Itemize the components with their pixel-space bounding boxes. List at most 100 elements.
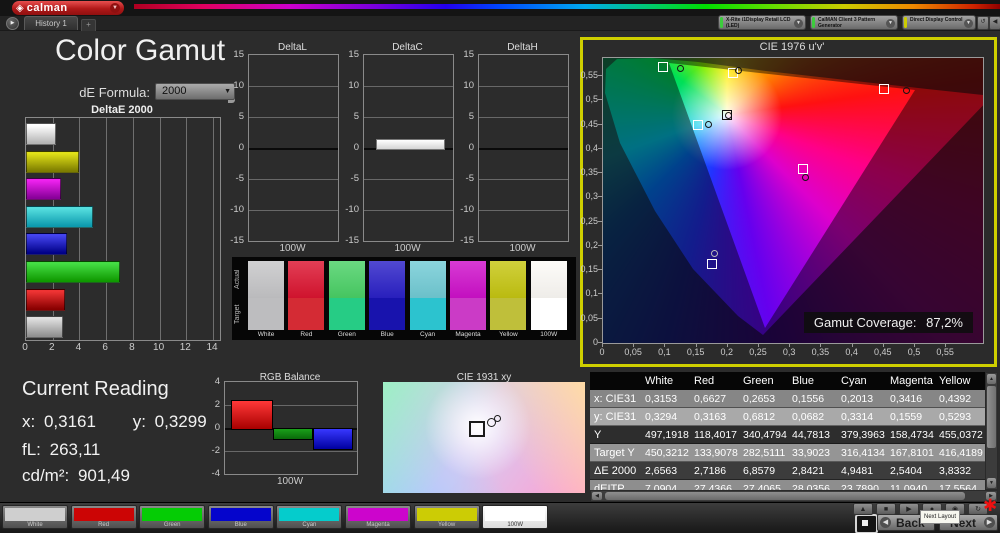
rgb-bar-green: [273, 428, 313, 440]
play-icon[interactable]: ▶: [899, 503, 919, 515]
swatch-label: Blue: [234, 522, 247, 528]
pattern-swatch-red[interactable]: Red: [70, 505, 137, 529]
deltae-xtick: 14: [206, 342, 218, 353]
delta_l-gridline: [249, 210, 338, 211]
calman-logo[interactable]: ◈ calman ▼: [12, 1, 124, 15]
cie-target-cyan: [692, 120, 703, 131]
table-header-white: White: [645, 375, 674, 387]
cie1931-target-marker: [469, 421, 485, 437]
rgb-ytick: -2: [211, 445, 220, 456]
eject-icon[interactable]: ▲: [853, 503, 873, 515]
deltae-bar-green: [26, 261, 121, 283]
hscroll-thumb[interactable]: [605, 492, 965, 500]
device-dropdown-0[interactable]: X-Rite i1Display Retail LCD (LED) ▼: [718, 15, 806, 30]
row-label: y: CIE31: [594, 411, 637, 423]
delta_c-xlabel: 100W: [394, 243, 421, 254]
cell: 3,8332: [939, 465, 972, 477]
scroll-left-icon[interactable]: ◀: [592, 492, 602, 500]
deltae-bar-cyan: [26, 205, 94, 228]
cell: 340,4794: [743, 429, 787, 441]
cell: 2,7186: [694, 465, 727, 477]
table-row-1: x: CIE31 0,3153 0,6627 0,2653 0,1556 0,2013 0,…: [590, 390, 985, 408]
collapse-icon[interactable]: ◀: [989, 16, 1000, 30]
session-expander-button[interactable]: ▶: [6, 17, 19, 30]
rgb-ytick: 2: [214, 399, 220, 410]
deltae-xtick: 0: [22, 342, 28, 353]
logo-menu-chevron-icon[interactable]: ▼: [110, 3, 120, 13]
swatch-label: Magenta: [366, 522, 390, 528]
cie-xtickmark: [789, 343, 791, 347]
vscroll-thumb[interactable]: [987, 386, 996, 448]
cell: 450,3212: [645, 447, 689, 459]
cie-ytickmark: [598, 75, 602, 76]
cie-ytick: 0,1: [585, 288, 598, 299]
delta_l-gridline: [249, 179, 338, 180]
swatch-actual-yellow: [490, 261, 527, 298]
scroll-down-icon[interactable]: ▼: [987, 478, 996, 488]
pattern-swatch-blue[interactable]: Blue: [207, 505, 274, 529]
next-layout-tooltip: Next Layout: [920, 510, 960, 524]
deltae-xtick: 4: [75, 342, 82, 353]
cell: 0,1556: [792, 393, 825, 405]
cie-xtickmark: [882, 343, 884, 347]
cell: 0,3163: [694, 411, 727, 423]
device-dropdown-1[interactable]: CalMAN Client 3 Pattern Generator ▼: [810, 15, 898, 30]
cie-actual-blue: [711, 249, 719, 257]
cie-ytick: 0,2: [585, 239, 598, 250]
stop-icon[interactable]: ■: [876, 503, 896, 515]
gamut-coverage-badge: Gamut Coverage: 87,2%: [803, 312, 973, 333]
cell: 0,6627: [694, 393, 727, 405]
tab-history-1[interactable]: History 1: [24, 16, 78, 30]
pattern-swatch-magenta[interactable]: Magenta: [345, 505, 411, 529]
table-vertical-scrollbar[interactable]: ▲ ▼: [985, 372, 998, 490]
cie-actual-magenta: [801, 174, 809, 182]
deltae-bar-magenta: [26, 178, 62, 201]
cie1976-plot: Gamut Coverage: 87,2%: [602, 57, 984, 344]
measurement-table: White Red Green Blue Cyan Magenta Yellow x: CIE…: [590, 372, 985, 492]
scroll-up-icon[interactable]: ▲: [987, 374, 996, 384]
swatch-target-green: [328, 298, 365, 330]
add-tab-button[interactable]: +: [81, 19, 96, 31]
delta_c-plot: [363, 54, 454, 242]
pattern-swatch-100w[interactable]: 100W: [482, 505, 549, 529]
cie-xtickmark: [820, 343, 822, 347]
cell: 0,6812: [743, 411, 776, 423]
delta_h-ytick: 0: [468, 142, 474, 153]
delta_l-xlabel: 100W: [279, 243, 306, 254]
delta_l-ytick: 10: [233, 80, 244, 91]
cell: 455,0372: [939, 429, 983, 441]
delta_c-bar: [376, 138, 445, 150]
delta_c-ytick: 0: [353, 142, 359, 153]
stop-measure-button[interactable]: [855, 514, 878, 533]
settings-icon[interactable]: ↺: [977, 16, 989, 30]
deltae-gridline: [159, 118, 161, 340]
swatch-target-white: [248, 298, 284, 330]
table-header-blue: Blue: [792, 375, 815, 387]
delta_h-ytick: 10: [463, 80, 474, 91]
pattern-swatch-green[interactable]: Green: [139, 505, 206, 529]
swatch-color: [279, 508, 340, 521]
deltae-gridline: [213, 118, 215, 340]
swatch-target-blue: [369, 298, 406, 330]
rgb-bar-red: [231, 400, 273, 430]
swatch-column-label: Cyan: [420, 331, 436, 338]
table-horizontal-scrollbar[interactable]: ◀ ▶: [590, 490, 998, 502]
table-header-row: White Red Green Blue Cyan Magenta Yellow: [590, 372, 985, 390]
delta_l-ytick: 5: [238, 111, 244, 122]
cie-target-magenta: [797, 164, 808, 175]
rgb-balance-plot: [224, 381, 358, 475]
delta_l-gridline: [249, 148, 338, 150]
cie-xtick: 0,25: [749, 347, 767, 357]
delta_h-ytick: -15: [460, 235, 474, 246]
cie-ytick: 0,35: [580, 167, 598, 178]
pattern-swatch-cyan[interactable]: Cyan: [276, 505, 343, 529]
delta_h-xlabel: 100W: [509, 243, 536, 254]
pattern-swatch-yellow[interactable]: Yellow: [413, 505, 480, 529]
fl-label: fL:: [22, 440, 41, 459]
delta_l-plot: [248, 54, 339, 242]
pattern-swatch-white[interactable]: White: [2, 505, 68, 529]
device-dropdown-2[interactable]: Direct Display Control ▼: [902, 15, 976, 30]
cie1976-title: CIE 1976 u'v': [759, 41, 825, 53]
swatch-column-label: Green: [337, 331, 356, 338]
cell: 0,4392: [939, 393, 972, 405]
